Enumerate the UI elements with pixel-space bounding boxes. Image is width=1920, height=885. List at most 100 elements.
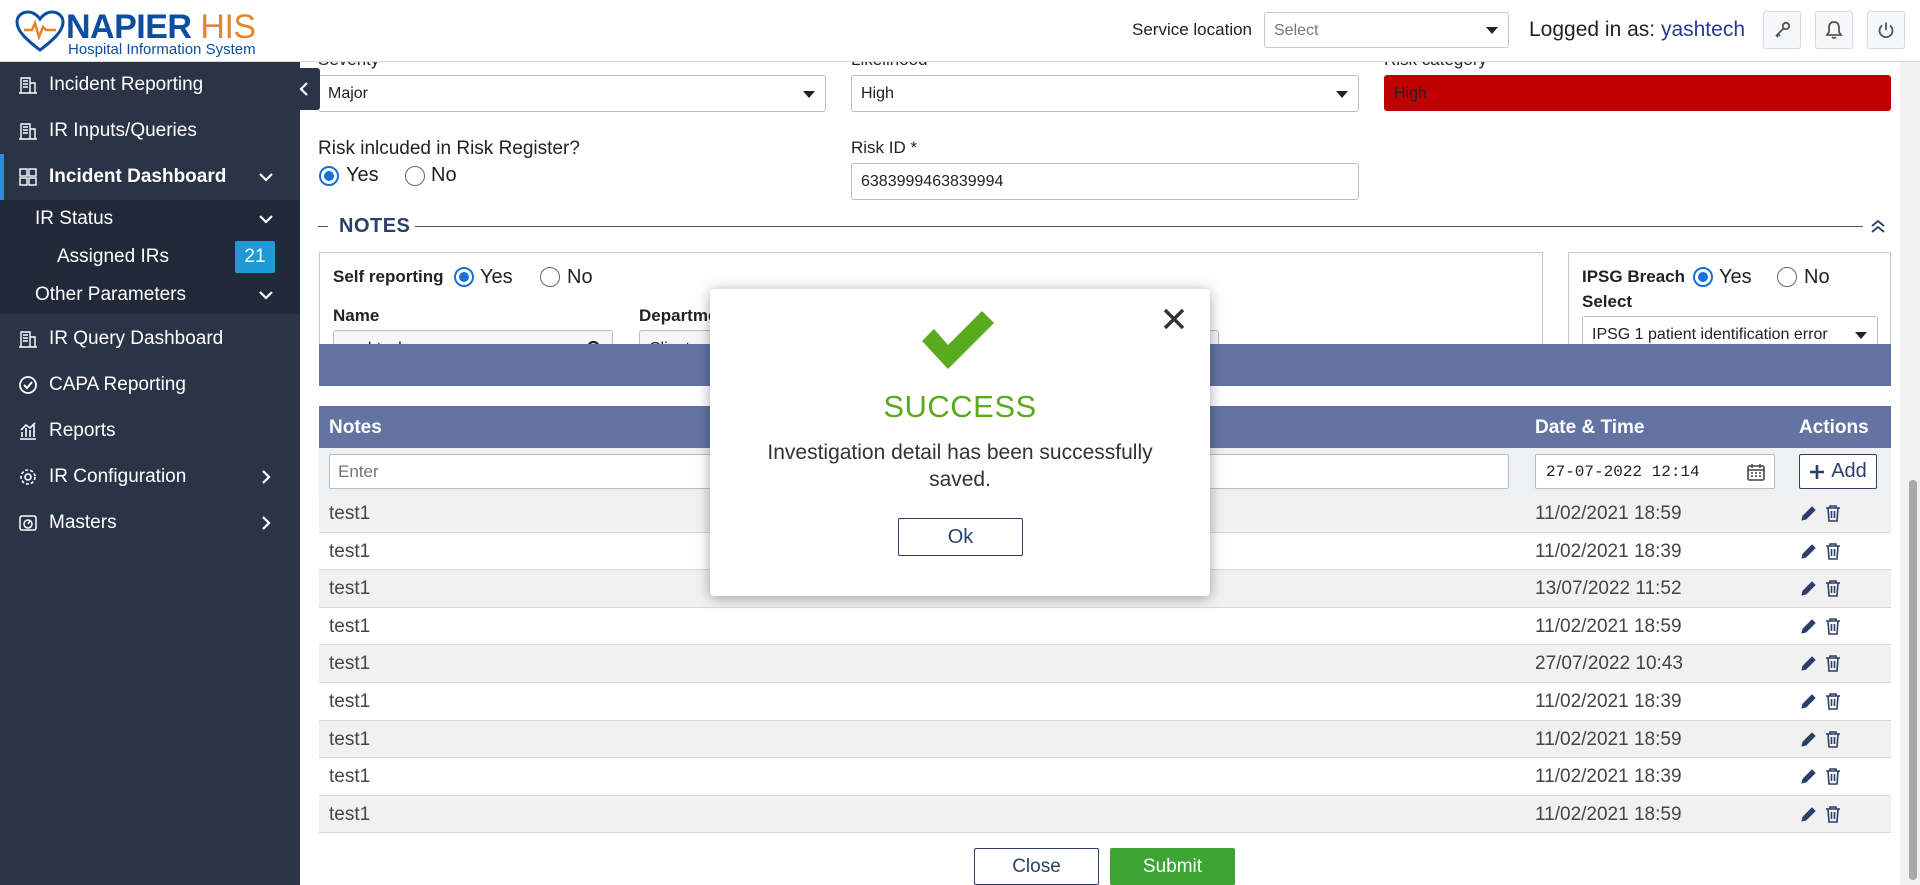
- logo-subtitle: Hospital Information System: [68, 41, 256, 58]
- self-reporting-yes-label: Yes: [480, 266, 513, 288]
- check-circle-icon: [19, 376, 37, 394]
- note-datetime: 11/02/2021 18:39: [1535, 766, 1682, 788]
- col-notes: Notes: [329, 417, 382, 438]
- sidebar-item-label: IR Query Dashboard: [49, 328, 224, 349]
- key-button[interactable]: [1763, 11, 1801, 49]
- edit-icon[interactable]: [1800, 768, 1817, 785]
- sidebar-item-ir-configuration[interactable]: IR Configuration: [0, 454, 300, 500]
- trash-icon[interactable]: [1825, 692, 1841, 710]
- trash-icon[interactable]: [1825, 617, 1841, 635]
- logout-button[interactable]: [1867, 11, 1905, 49]
- caret-down-icon: [1486, 27, 1498, 34]
- sidebar-item-label: Reports: [49, 420, 116, 441]
- chevron-down-icon: [259, 291, 273, 300]
- trash-icon[interactable]: [1825, 654, 1841, 673]
- department-label: Departme: [639, 306, 718, 325]
- grid-icon: [19, 168, 37, 186]
- sidebar-item-ir-inputs[interactable]: IR Inputs/Queries: [0, 108, 300, 154]
- self-reporting-yes-radio[interactable]: [454, 267, 474, 287]
- edit-icon[interactable]: [1800, 505, 1817, 522]
- self-reporting-no-radio[interactable]: [540, 267, 560, 287]
- trash-icon[interactable]: [1825, 730, 1841, 748]
- sidebar-item-label: CAPA Reporting: [49, 374, 186, 395]
- sidebar-item-assigned-irs[interactable]: Assigned IRs 21: [0, 238, 300, 276]
- service-location-select[interactable]: Select: [1264, 12, 1509, 48]
- chevron-left-icon: [299, 82, 308, 96]
- col-actions: Actions: [1799, 417, 1869, 438]
- close-button[interactable]: Close: [974, 848, 1099, 885]
- sidebar-item-other-parameters[interactable]: Other Parameters: [0, 276, 300, 314]
- note-text: test1: [329, 691, 371, 712]
- table-row: test1 27/07/2022 10:43: [319, 645, 1891, 683]
- sidebar-item-masters[interactable]: Masters: [0, 500, 300, 546]
- likelihood-value: High: [861, 85, 894, 102]
- note-text: test1: [329, 615, 371, 637]
- risk-register-no-radio[interactable]: [405, 166, 425, 186]
- ok-button[interactable]: Ok: [898, 518, 1023, 556]
- close-icon[interactable]: [1160, 305, 1188, 333]
- trash-icon[interactable]: [1825, 767, 1841, 785]
- risk-register-no-label: No: [431, 164, 457, 186]
- likelihood-select[interactable]: High: [851, 75, 1359, 112]
- trash-icon[interactable]: [1825, 805, 1841, 823]
- datetime-input[interactable]: 27-07-2022 12:14: [1535, 454, 1775, 489]
- calendar-icon[interactable]: [1746, 462, 1766, 482]
- edit-icon[interactable]: [1800, 618, 1817, 635]
- sidebar-item-ir-status[interactable]: IR Status: [0, 200, 300, 238]
- risk-register-yes-radio[interactable]: [319, 166, 339, 186]
- notifications-button[interactable]: [1815, 11, 1853, 49]
- trash-icon[interactable]: [1825, 542, 1841, 560]
- scrollbar-thumb[interactable]: [1909, 480, 1917, 880]
- risk-id-input[interactable]: 6383999463839994: [851, 163, 1359, 200]
- trash-icon[interactable]: [1825, 579, 1841, 597]
- chevron-down-icon: [259, 173, 273, 182]
- sidebar-item-label: Incident Dashboard: [49, 166, 227, 187]
- edit-icon[interactable]: [1800, 806, 1817, 823]
- edit-icon[interactable]: [1800, 580, 1817, 597]
- severity-select[interactable]: Major: [318, 75, 826, 112]
- ipsg-value: IPSG 1 patient identification error: [1592, 326, 1828, 343]
- sidebar-item-ir-query-dashboard[interactable]: IR Query Dashboard: [0, 316, 300, 362]
- note-text: test1: [329, 540, 371, 562]
- trash-icon[interactable]: [1825, 504, 1841, 522]
- risk-register-label: Risk inlcuded in Risk Register?: [318, 138, 580, 159]
- edit-icon[interactable]: [1800, 543, 1817, 560]
- ipsg-yes-radio[interactable]: [1693, 267, 1713, 287]
- table-row: test1 11/02/2021 18:59: [319, 608, 1891, 646]
- note-text: test1: [329, 803, 371, 825]
- ok-label: Ok: [947, 525, 974, 548]
- add-note-button[interactable]: Add: [1799, 454, 1877, 489]
- note-text: test1: [329, 578, 371, 600]
- sidebar-item-label: Assigned IRs: [57, 246, 169, 267]
- notes-section-title: NOTES: [339, 215, 411, 237]
- edit-icon[interactable]: [1800, 731, 1817, 748]
- note-datetime: 11/02/2021 18:59: [1535, 503, 1682, 524]
- dialog-title: SUCCESS: [883, 389, 1037, 424]
- risk-category-value: High: [1394, 85, 1427, 102]
- sidebar-item-reports[interactable]: Reports: [0, 408, 300, 454]
- edit-icon[interactable]: [1800, 655, 1817, 672]
- checkmark-icon: [922, 311, 994, 369]
- sidebar-item-capa-reporting[interactable]: CAPA Reporting: [0, 362, 300, 408]
- table-row: test1 11/02/2021 18:59: [319, 795, 1891, 834]
- risk-category-field: High: [1384, 75, 1891, 111]
- edit-icon[interactable]: [1800, 693, 1817, 710]
- table-row: test1 11/02/2021 18:39: [319, 758, 1891, 796]
- app-header: NAPIER HIS Hospital Information System S…: [0, 0, 1920, 62]
- sidebar-item-label: Incident Reporting: [49, 74, 204, 95]
- close-label: Close: [1012, 855, 1061, 877]
- heart-logo-icon: [15, 10, 65, 52]
- chevron-double-up-icon[interactable]: [1870, 218, 1886, 234]
- sidebar-collapse-button[interactable]: [288, 68, 320, 110]
- submit-button[interactable]: Submit: [1110, 848, 1235, 885]
- logged-user: yashtech: [1660, 18, 1746, 41]
- col-datetime: Date & Time: [1535, 417, 1645, 438]
- bar-chart-icon: [20, 422, 36, 440]
- logged-in-text: Logged in as: yashtech: [1529, 18, 1745, 42]
- self-reporting-label: Self reporting: [333, 267, 444, 286]
- risk-id-label: Risk ID *: [851, 138, 918, 157]
- ipsg-no-radio[interactable]: [1777, 267, 1797, 287]
- sidebar-item-incident-dashboard[interactable]: Incident Dashboard: [0, 154, 300, 200]
- sidebar-item-incident-reporting[interactable]: Incident Reporting: [0, 62, 300, 108]
- note-datetime: 13/07/2022 11:52: [1535, 578, 1682, 600]
